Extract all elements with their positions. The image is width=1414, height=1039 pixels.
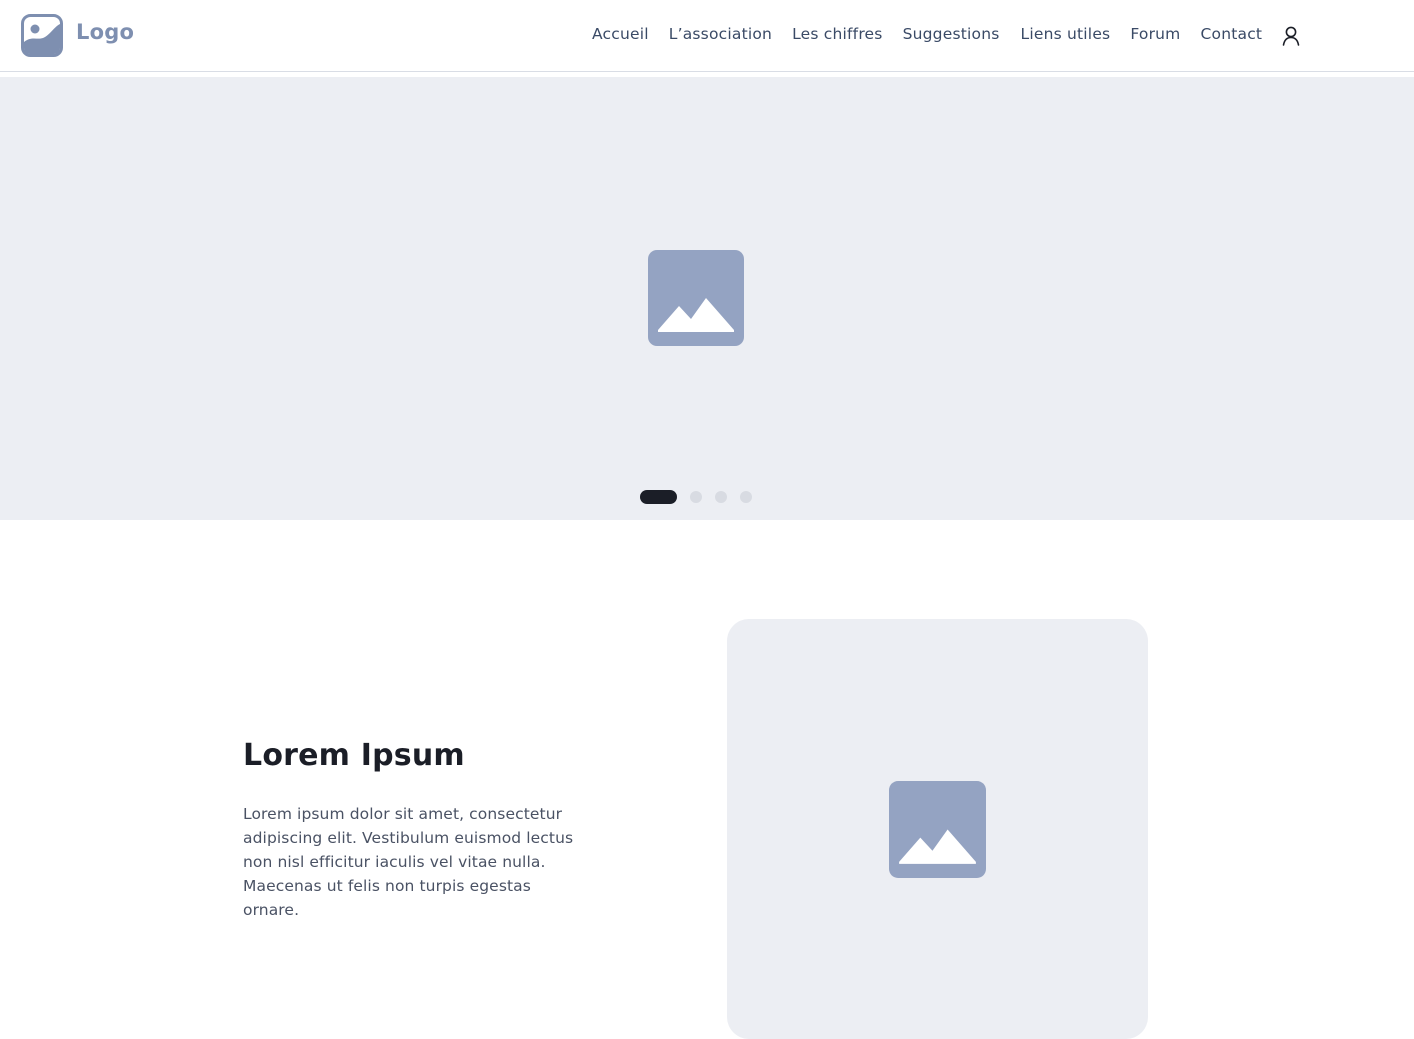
logo-text: Logo <box>76 19 135 44</box>
carousel-dot[interactable] <box>690 491 702 503</box>
feature-body: Lorem ipsum dolor sit amet, consectetur … <box>243 805 574 919</box>
carousel-dot[interactable] <box>740 491 752 503</box>
feature-title: Lorem Ipsum <box>243 738 465 773</box>
hero-carousel <box>0 77 1414 520</box>
main-nav: Accueil L’association Les chiffres Suggesti… <box>592 25 1262 43</box>
site-header: Logo Accueil L’association Les chiffres Sug… <box>0 0 1414 72</box>
user-icon <box>1282 26 1300 46</box>
user-account-button[interactable] <box>1281 26 1301 46</box>
image-placeholder-icon <box>889 781 986 878</box>
nav-liens-utiles[interactable]: Liens utiles <box>1021 25 1111 43</box>
carousel-dot[interactable] <box>715 491 727 503</box>
nav-contact[interactable]: Contact <box>1201 25 1263 43</box>
nav-les-chiffres[interactable]: Les chiffres <box>792 25 883 43</box>
carousel-dot-active[interactable] <box>640 490 677 504</box>
nav-association[interactable]: L’association <box>669 25 772 43</box>
image-placeholder-icon <box>648 250 744 346</box>
nav-suggestions[interactable]: Suggestions <box>903 25 1000 43</box>
nav-accueil[interactable]: Accueil <box>592 25 649 43</box>
nav-forum[interactable]: Forum <box>1130 25 1180 43</box>
feature-image-card <box>727 619 1148 1039</box>
logo-image-icon <box>21 14 63 57</box>
logo[interactable]: Logo <box>21 14 134 57</box>
